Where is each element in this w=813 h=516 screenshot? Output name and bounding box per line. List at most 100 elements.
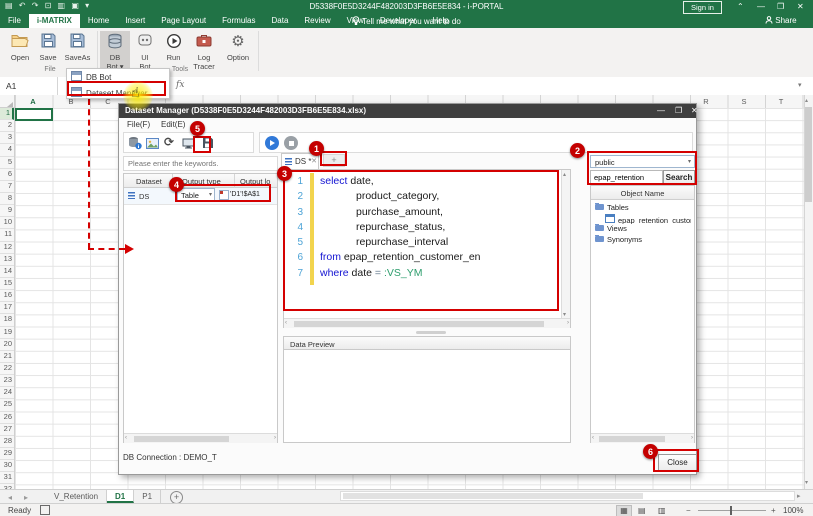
run-query-icon[interactable] <box>265 136 279 150</box>
add-dataset-tab-button[interactable]: + <box>323 154 345 167</box>
sheet-tab-p1[interactable]: P1 <box>134 490 161 503</box>
macro-record-icon[interactable] <box>40 505 50 515</box>
view-normal-icon[interactable]: ▦ <box>616 505 632 516</box>
row-header-10[interactable]: 10 <box>0 217 14 229</box>
row-header-13[interactable]: 13 <box>0 254 14 266</box>
row-header-25[interactable]: 25 <box>0 399 14 411</box>
row-header-22[interactable]: 22 <box>0 363 14 375</box>
sheet-nav-left-icon[interactable]: ◂ <box>8 493 12 502</box>
row-header-16[interactable]: 16 <box>0 290 14 302</box>
schema-dropdown[interactable]: public ▾ <box>590 155 695 168</box>
row-header-14[interactable]: 14 <box>0 266 14 278</box>
dataset-panel-hscroll-thumb[interactable] <box>134 436 229 442</box>
name-box[interactable]: A1 <box>0 77 58 95</box>
history-icon[interactable]: ⟳ <box>164 135 174 149</box>
sheet-nav-right-icon[interactable]: ▸ <box>24 493 28 502</box>
scroll-left-icon[interactable]: ‹ <box>285 320 287 326</box>
share-button[interactable]: Share <box>765 16 797 25</box>
formula-input[interactable] <box>195 78 799 95</box>
search-button[interactable]: Search <box>663 170 695 184</box>
view-page-break-icon[interactable]: ▥ <box>658 506 666 515</box>
ribbon-tab-i-matrix[interactable]: i-MATRIX <box>29 14 80 28</box>
dataset-panel-hscrollbar[interactable]: ‹ › <box>124 433 277 443</box>
sql-code-line[interactable]: where date = :VS_YM <box>320 266 560 281</box>
hscroll-right-icon[interactable]: ▸ <box>797 492 801 500</box>
row-header-26[interactable]: 26 <box>0 412 14 424</box>
ribbon-tab-formulas[interactable]: Formulas <box>214 14 263 28</box>
sql-code-line[interactable]: purchase_amount, <box>320 205 560 220</box>
ribbon-tab-file[interactable]: File <box>0 14 29 28</box>
scroll-down-icon[interactable]: ▾ <box>805 479 808 486</box>
sheet-tab-v_retention[interactable]: V_Retention <box>46 490 107 503</box>
scroll-right-icon[interactable]: › <box>274 435 276 441</box>
row-header-30[interactable]: 30 <box>0 460 14 472</box>
row-header-27[interactable]: 27 <box>0 424 14 436</box>
zoom-slider-track[interactable] <box>698 510 766 511</box>
splitter-grip[interactable] <box>416 331 446 334</box>
scroll-right-icon[interactable]: › <box>691 435 693 441</box>
sign-in-button[interactable]: Sign in <box>683 1 722 14</box>
row-header-11[interactable]: 11 <box>0 229 14 241</box>
output-location-value[interactable]: 'D1'!$A$1 <box>230 191 260 198</box>
row-header-15[interactable]: 15 <box>0 278 14 290</box>
dialog-maximize-icon[interactable]: ❐ <box>675 106 682 115</box>
row-header-24[interactable]: 24 <box>0 387 14 399</box>
dialog-menu-file[interactable]: File(F) <box>127 120 150 129</box>
column-header-T[interactable]: T <box>779 97 784 106</box>
object-panel-hscroll-thumb[interactable] <box>599 436 665 442</box>
db-info-icon[interactable] <box>128 136 142 152</box>
zoom-out-icon[interactable]: − <box>686 506 691 515</box>
sheet-tab-d1[interactable]: D1 <box>107 490 134 503</box>
dialog-close-icon[interactable]: ✕ <box>691 106 698 115</box>
row-header-21[interactable]: 21 <box>0 351 14 363</box>
tree-item-synonyms[interactable]: Synonyms <box>595 235 691 246</box>
column-header-S[interactable]: S <box>741 97 746 106</box>
ribbon-display-options-icon[interactable]: ⌃ <box>737 2 744 11</box>
close-tab-icon[interactable]: ✕ <box>311 157 317 165</box>
formula-bar-expand-icon[interactable]: ▾ <box>798 81 802 89</box>
object-panel-hscrollbar[interactable]: ‹ › <box>591 433 694 443</box>
row-header-19[interactable]: 19 <box>0 327 14 339</box>
row-header-20[interactable]: 20 <box>0 339 14 351</box>
keyword-search-input[interactable] <box>123 156 278 171</box>
row-header-4[interactable]: 4 <box>0 144 14 156</box>
sql-editor-vscrollbar[interactable]: ▴ ▾ <box>561 170 570 319</box>
sql-code-line[interactable]: from epap_retention_customer_en <box>320 250 560 265</box>
row-header-18[interactable]: 18 <box>0 314 14 326</box>
row-header-1[interactable]: 1 <box>0 108 14 120</box>
tell-me-box[interactable]: Tell me what you want to do <box>352 16 461 26</box>
menu-item-db-bot[interactable]: DB Bot <box>67 69 169 85</box>
menu-item-dataset-manager[interactable]: Dataset Manager <box>67 85 169 101</box>
column-header-A[interactable]: A <box>30 97 35 106</box>
dialog-menu-edit[interactable]: Edit(E) <box>161 120 185 129</box>
row-header-5[interactable]: 5 <box>0 157 14 169</box>
stop-query-icon[interactable] <box>284 136 298 150</box>
tree-item-epap_retention_customer_en[interactable]: epap_retention_customer_en <box>595 214 691 225</box>
row-numbers[interactable]: 1234567891011121314151617181920212223242… <box>0 108 15 489</box>
scroll-left-icon[interactable]: ‹ <box>592 435 594 441</box>
close-button[interactable]: Close <box>658 454 697 471</box>
output-type-combo[interactable]: Table ▾ <box>177 188 215 202</box>
scroll-up-icon[interactable]: ▴ <box>805 97 808 104</box>
vertical-scrollbar-thumb[interactable] <box>805 107 812 202</box>
tree-item-tables[interactable]: Tables <box>595 203 691 214</box>
row-header-2[interactable]: 2 <box>0 120 14 132</box>
close-window-icon[interactable]: ✕ <box>797 2 804 11</box>
ribbon-tab-home[interactable]: Home <box>80 14 117 28</box>
view-page-layout-icon[interactable]: ▤ <box>638 506 646 515</box>
ribbon-tab-page-layout[interactable]: Page Layout <box>153 14 214 28</box>
row-header-29[interactable]: 29 <box>0 448 14 460</box>
image-icon[interactable] <box>146 138 159 151</box>
scroll-right-icon[interactable]: › <box>567 320 569 326</box>
ribbon-tab-insert[interactable]: Insert <box>117 14 153 28</box>
object-search-input[interactable] <box>590 170 663 184</box>
option-button[interactable]: ⚙ Option <box>221 31 255 75</box>
sql-code-line[interactable]: repurchase_interval <box>320 235 560 250</box>
minimize-window-icon[interactable]: — <box>757 2 765 11</box>
zoom-in-icon[interactable]: + <box>771 506 776 515</box>
row-header-31[interactable]: 31 <box>0 472 14 484</box>
row-header-23[interactable]: 23 <box>0 375 14 387</box>
object-tree[interactable]: Tablesepap_retention_customer_enViewsSyn… <box>595 203 691 245</box>
sql-editor-hscrollbar[interactable]: ‹ › <box>284 318 570 328</box>
selected-cell-a1[interactable] <box>15 108 53 121</box>
